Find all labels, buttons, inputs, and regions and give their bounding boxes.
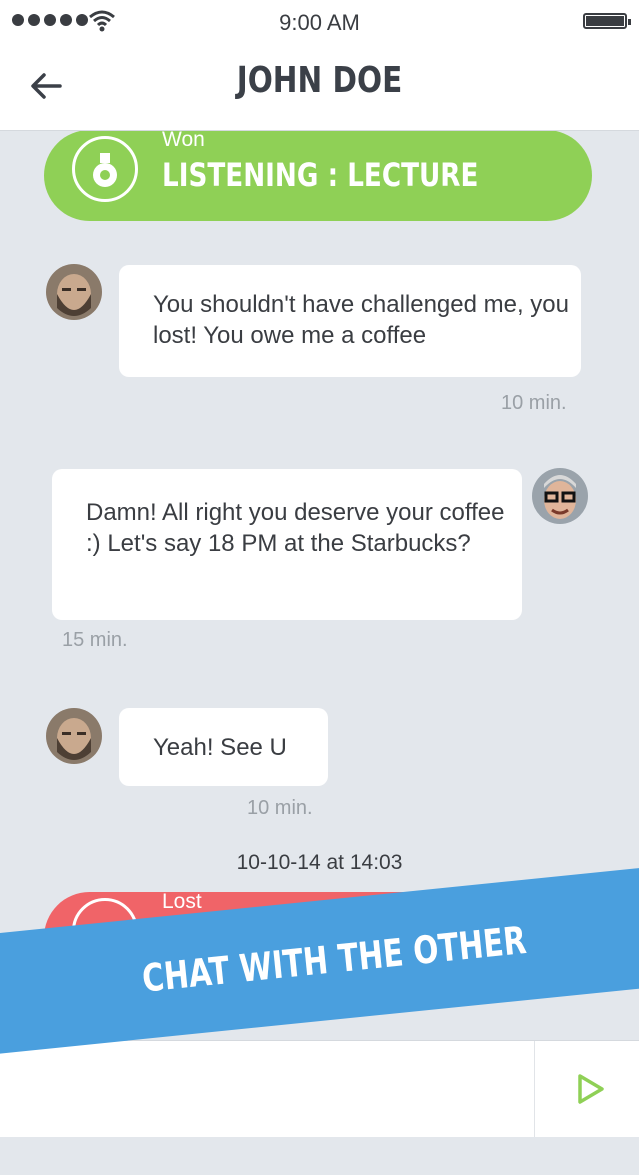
avatar-john-doe[interactable] (46, 264, 102, 320)
page-title: JOHN DOE (236, 60, 403, 101)
medal-icon (72, 136, 138, 202)
status-bar: 9:00 AM (0, 0, 639, 44)
status-time: 9:00 AM (279, 10, 360, 35)
avatar-me[interactable] (532, 468, 588, 524)
challenge-result-won[interactable]: Won LISTENING : LECTURE (44, 131, 592, 221)
battery-icon (583, 13, 631, 29)
message-bubble-received: You shouldn't have challenged me, you lo… (119, 265, 581, 377)
message-time: 10 min. (247, 797, 313, 819)
result-title: LISTENING : LECTURE (162, 156, 479, 194)
result-status: Lost (162, 890, 202, 913)
message-time: 10 min. (501, 392, 567, 414)
day-separator: 10-10-14 at 14:03 (236, 851, 403, 874)
avatar-john-doe[interactable] (46, 708, 102, 764)
message-time: 15 min. (62, 629, 128, 651)
nav-header: JOHN DOE (0, 44, 639, 131)
result-status: Won (162, 131, 205, 151)
input-divider (534, 1041, 535, 1137)
message-bubble-sent: Damn! All right you deserve your coffee … (52, 469, 522, 620)
send-icon[interactable] (568, 1067, 612, 1111)
message-bubble-received: Yeah! See U (119, 708, 328, 786)
